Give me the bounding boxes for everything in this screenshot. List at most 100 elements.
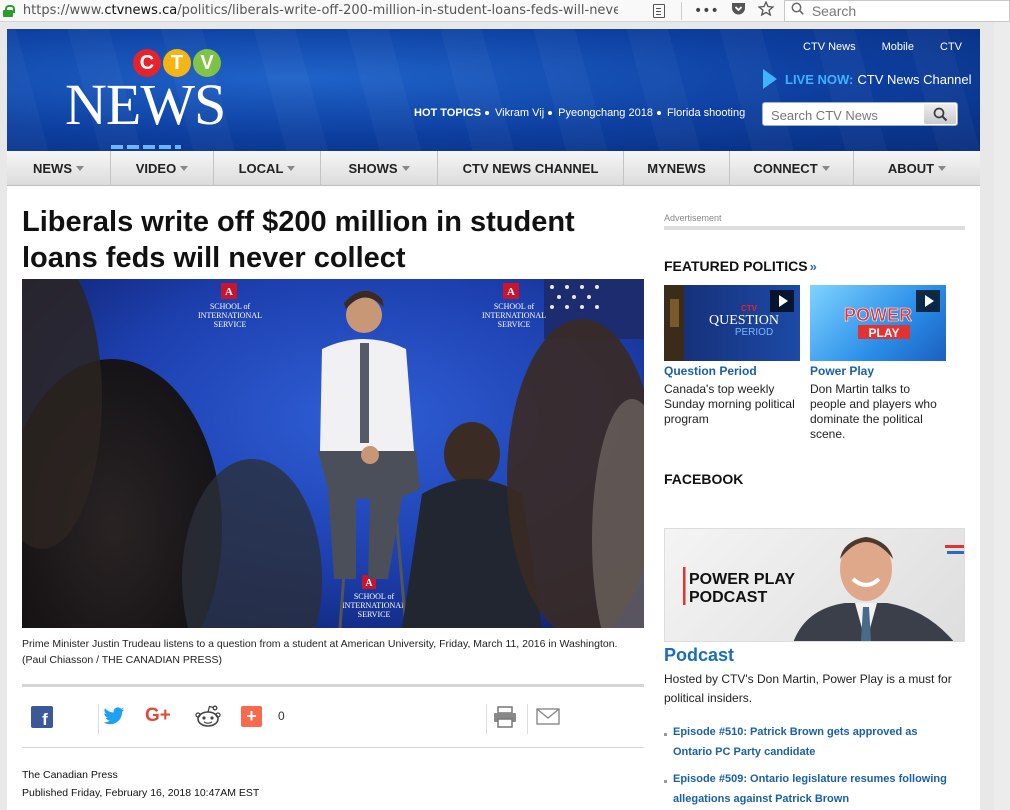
advertisement-label: Advertisement	[664, 213, 722, 223]
card-desc-line: people and players who	[810, 397, 937, 411]
nav-ctv-news-channel[interactable]: CTV NEWS CHANNEL	[438, 151, 624, 186]
card-desc-question-period: Canada's top weekly Sunday morning polit…	[664, 382, 795, 427]
search-icon	[933, 107, 947, 121]
podcast-banner-art: POWER PLAY PODCAST	[683, 537, 964, 641]
chevron-down-icon	[401, 166, 410, 171]
sign-text: SERVICE	[498, 320, 531, 329]
pocket-icon[interactable]	[731, 2, 746, 20]
nav-label: SHOWS	[348, 161, 398, 176]
card-desc-line: dominate the political	[810, 412, 923, 426]
svg-text:f: f	[42, 710, 48, 728]
bullet-dot	[485, 111, 490, 115]
hot-topics: HOT TOPICS Vikram Vij Pyeongchang 2018 F…	[414, 107, 745, 119]
hot-topic-link[interactable]: Vikram Vij	[495, 107, 544, 119]
chevron-down-icon	[76, 166, 84, 171]
browser-toolbar: https://www.ctvnews.ca/politics/liberals…	[0, 0, 1010, 22]
thumb-text: PLAY	[869, 326, 900, 340]
share-divider	[98, 704, 99, 734]
google-plus-share-button[interactable]: G+	[145, 705, 171, 727]
question-period-thumbnail[interactable]: CTV QUESTION PERIOD	[664, 285, 800, 361]
thumb-text: POWER	[844, 305, 912, 325]
facebook-icon: f	[31, 706, 53, 729]
address-bar[interactable]: https://www.ctvnews.ca/politics/liberals…	[23, 3, 618, 18]
share-bar: f G+ + 0	[22, 692, 644, 744]
featured-politics-label: FEATURED POLITICS	[664, 258, 808, 274]
nav-shows[interactable]: SHOWS	[321, 151, 438, 186]
top-link-ctv-news[interactable]: CTV News	[803, 41, 856, 53]
live-now-link[interactable]: LIVE NOW: CTV News Channel	[763, 69, 972, 89]
site-search-button[interactable]	[924, 104, 956, 124]
top-link-ctv[interactable]: CTV	[940, 41, 962, 53]
site-search-input[interactable]	[771, 106, 921, 124]
sign-mark: A	[225, 286, 233, 298]
url-path: /politics/liberals-write-off-200-million…	[177, 3, 619, 18]
scrollbar[interactable]	[994, 22, 1010, 810]
nav-video[interactable]: VIDEO	[111, 151, 214, 186]
toolbar-divider	[681, 1, 683, 20]
headline-line: Liberals write off $200 million in stude…	[22, 206, 575, 238]
site-header: C T V NEWS CTV News Mobile CTV LIVE NOW:…	[7, 29, 980, 151]
sign-text: SCHOOL of	[494, 302, 535, 311]
print-button[interactable]	[493, 706, 517, 733]
facebook-share-button[interactable]: f	[31, 706, 53, 733]
logo-word-news: NEWS	[65, 72, 226, 137]
podcast-desc-line: Hosted by CTV's Don Martin, Power Play i…	[664, 672, 952, 686]
nav-news[interactable]: NEWS	[7, 151, 111, 186]
episode-link[interactable]: Episode #509: Ontario legislature resume…	[664, 769, 969, 809]
email-button[interactable]	[536, 708, 560, 730]
bullet-dot	[548, 111, 553, 115]
headline-line: loans feds will never collect	[22, 242, 406, 274]
twitter-share-button[interactable]	[103, 707, 125, 731]
caption-credit: (Paul Chiasson / THE CANADIAN PRESS)	[22, 654, 222, 666]
nav-connect[interactable]: CONNECT	[730, 151, 854, 186]
sign-text: SERVICE	[214, 320, 247, 329]
episode-line: Ontario PC Party candidate	[673, 746, 816, 758]
nav-label: CONNECT	[753, 161, 818, 176]
podcast-desc-line: political insiders.	[664, 691, 753, 705]
share-divider	[527, 704, 528, 734]
search-icon	[791, 2, 804, 19]
sign-mark: A	[507, 286, 515, 298]
browser-search-placeholder: Search	[811, 2, 857, 19]
addthis-share-button[interactable]: +	[241, 706, 262, 727]
reddit-share-button[interactable]	[195, 705, 221, 732]
power-play-thumbnail[interactable]: POWER PLAY	[810, 285, 946, 361]
top-link-mobile[interactable]: Mobile	[882, 41, 914, 53]
sign-text: SERVICE	[358, 610, 391, 619]
nav-about[interactable]: ABOUT	[854, 151, 980, 186]
nav-label: VIDEO	[135, 161, 177, 176]
article-headline: Liberals write off $200 million in stude…	[22, 204, 622, 276]
nav-mynews[interactable]: MYNEWS	[624, 151, 730, 186]
sign-mark: A	[365, 578, 373, 589]
play-icon	[770, 290, 794, 312]
power-play-podcast-banner[interactable]: POWER PLAY PODCAST	[664, 528, 965, 642]
live-now-label: LIVE NOW:	[785, 71, 854, 87]
sign-text: INTERNATIONAL	[198, 311, 262, 320]
browser-search-box[interactable]: Search	[783, 0, 1010, 22]
episode-line: Episode #510: Patrick Brown gets approve…	[673, 726, 918, 738]
hot-topic-link[interactable]: Pyeongchang 2018	[558, 107, 653, 119]
episode-link[interactable]: Episode #510: Patrick Brown gets approve…	[664, 722, 969, 762]
play-icon	[763, 69, 777, 89]
ad-divider	[664, 226, 965, 230]
photo-caption: Prime Minister Justin Trudeau listens to…	[22, 636, 647, 668]
bookmark-star-icon[interactable]	[757, 0, 775, 20]
card-desc-line: program	[664, 412, 709, 426]
more-actions-icon[interactable]: •••	[694, 3, 719, 19]
ctv-news-logo[interactable]: C T V NEWS	[65, 49, 235, 149]
podcast-heading[interactable]: Podcast	[664, 645, 734, 666]
play-icon	[916, 290, 940, 312]
hot-topic-link[interactable]: Florida shooting	[667, 107, 745, 119]
logo-stripes	[111, 145, 181, 149]
card-desc-line: Canada's top weekly	[664, 382, 775, 396]
article-photo[interactable]: A SCHOOL of INTERNATIONAL SERVICE A SCHO…	[22, 279, 644, 628]
card-title-power-play[interactable]: Power Play	[810, 364, 874, 378]
reader-view-icon[interactable]	[653, 3, 666, 18]
featured-politics-heading[interactable]: FEATURED POLITICS»	[664, 258, 817, 274]
main-nav: NEWS VIDEO LOCAL SHOWS CTV NEWS CHANNEL …	[7, 151, 980, 186]
nav-local[interactable]: LOCAL	[214, 151, 321, 186]
share-divider	[486, 704, 487, 734]
card-desc-power-play: Don Martin talks to people and players w…	[810, 382, 937, 442]
card-title-question-period[interactable]: Question Period	[664, 364, 757, 378]
thumb-text: CTV	[741, 304, 758, 313]
